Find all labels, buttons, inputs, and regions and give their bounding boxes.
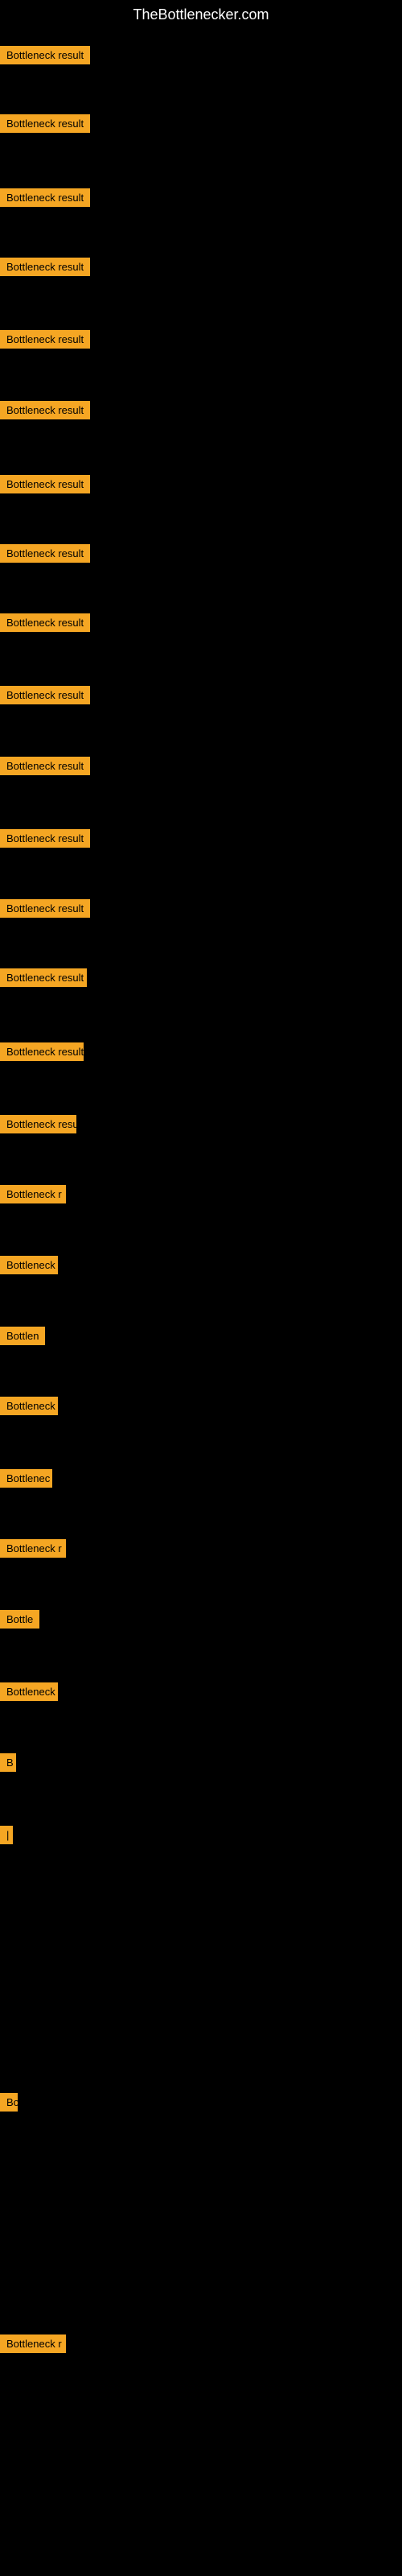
bottleneck-item: Bottleneck result [0, 475, 90, 497]
bottleneck-label[interactable]: Bottlenec [0, 1469, 52, 1488]
bottleneck-item: | [0, 1826, 13, 1848]
bottleneck-label[interactable]: Bottleneck [0, 1682, 58, 1701]
bottleneck-label[interactable]: Bottleneck [0, 1256, 58, 1274]
bottleneck-label[interactable]: Bottleneck result [0, 899, 90, 918]
bottleneck-item: Bottleneck result [0, 829, 90, 852]
bottleneck-label[interactable]: Bottleneck result [0, 401, 90, 419]
bottleneck-item: Bottleneck result [0, 686, 90, 708]
bottleneck-label[interactable]: B [0, 1753, 16, 1772]
bottleneck-item: Bottleneck result [0, 899, 90, 922]
bottleneck-label[interactable]: Bottleneck result [0, 829, 90, 848]
bottleneck-label[interactable]: Bottleneck result [0, 114, 90, 133]
bottleneck-item: Bottlen [0, 1327, 45, 1349]
bottleneck-label[interactable]: Bottleneck result [0, 475, 90, 493]
bottleneck-item: Bottleneck result [0, 188, 90, 211]
bottleneck-item: Bottle [0, 1610, 39, 1633]
bottleneck-label[interactable]: Bottleneck resu [0, 1115, 76, 1133]
bottleneck-item: B [0, 1753, 16, 1776]
bottleneck-item: Bottlenec [0, 1469, 52, 1492]
bottleneck-label[interactable]: Bottleneck result [0, 330, 90, 349]
bottleneck-label[interactable]: Bottleneck result [0, 258, 90, 276]
bottleneck-label[interactable]: Bottleneck result [0, 544, 90, 563]
bottleneck-label[interactable]: Bottleneck [0, 1397, 58, 1415]
bottleneck-label[interactable]: Bottleneck result [0, 686, 90, 704]
bottleneck-label[interactable]: Bo [0, 2093, 18, 2112]
bottleneck-label[interactable]: Bottleneck result [0, 757, 90, 775]
bottleneck-label[interactable]: Bottleneck result [0, 1042, 84, 1061]
bottleneck-item: Bottleneck [0, 1256, 58, 1278]
bottleneck-item: Bottleneck result [0, 968, 87, 991]
bottleneck-label[interactable]: Bottleneck r [0, 1539, 66, 1558]
bottleneck-label[interactable]: Bottleneck result [0, 46, 90, 64]
bottleneck-item: Bottleneck r [0, 2334, 66, 2357]
bottleneck-item: Bottleneck result [0, 544, 90, 567]
bottleneck-item: Bottleneck resu [0, 1115, 76, 1137]
bottleneck-item: Bottleneck result [0, 401, 90, 423]
bottleneck-item: Bottleneck result [0, 258, 90, 280]
bottleneck-label[interactable]: Bottleneck r [0, 2334, 66, 2353]
bottleneck-item: Bottleneck result [0, 1042, 84, 1065]
bottleneck-label[interactable]: Bottleneck r [0, 1185, 66, 1203]
bottleneck-item: Bottleneck result [0, 114, 90, 137]
bottleneck-item: Bottleneck result [0, 757, 90, 779]
bottleneck-item: Bottleneck r [0, 1539, 66, 1562]
bottleneck-label[interactable]: Bottleneck result [0, 188, 90, 207]
bottleneck-item: Bottleneck result [0, 613, 90, 636]
bottleneck-label[interactable]: | [0, 1826, 13, 1844]
bottleneck-item: Bo [0, 2093, 18, 2116]
bottleneck-label[interactable]: Bottleneck result [0, 968, 87, 987]
site-title: TheBottlenecker.com [0, 0, 402, 30]
bottleneck-item: Bottleneck [0, 1397, 58, 1419]
bottleneck-item: Bottleneck [0, 1682, 58, 1705]
bottleneck-label[interactable]: Bottle [0, 1610, 39, 1629]
bottleneck-label[interactable]: Bottlen [0, 1327, 45, 1345]
bottleneck-label[interactable]: Bottleneck result [0, 613, 90, 632]
bottleneck-item: Bottleneck result [0, 46, 90, 68]
bottleneck-item: Bottleneck r [0, 1185, 66, 1208]
bottleneck-item: Bottleneck result [0, 330, 90, 353]
